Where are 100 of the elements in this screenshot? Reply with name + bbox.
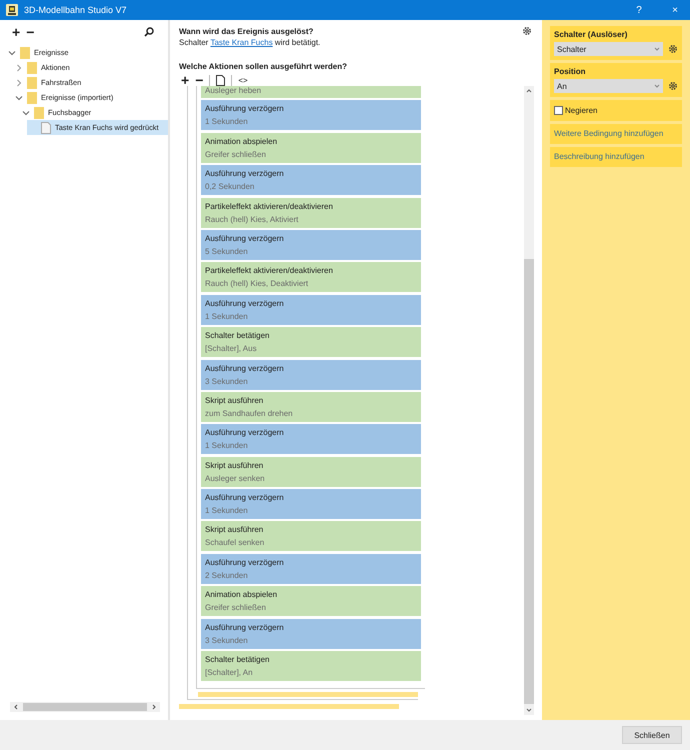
action-detail: 1 Sekunden — [205, 441, 249, 450]
action-detail: 5 Sekunden — [205, 246, 249, 256]
folder-icon — [34, 106, 44, 118]
chevron-down-icon[interactable] — [526, 707, 532, 713]
action-detail: Ausleger senken — [205, 474, 266, 483]
field-label: Position — [554, 67, 587, 76]
remove-button[interactable]: − — [195, 74, 204, 86]
delay-action-card[interactable]: Ausführung verzögern 3 Sekunden — [201, 618, 421, 649]
delay-action-card[interactable]: Ausführung verzögern 3 Sekunden — [201, 360, 421, 390]
remove-button[interactable]: − — [26, 26, 34, 38]
caret-icon — [654, 83, 660, 89]
delay-action-card[interactable]: Ausführung verzögern 1 Sekunden — [201, 424, 421, 454]
document-icon[interactable] — [216, 74, 226, 86]
chevron-down-icon[interactable] — [8, 48, 16, 56]
action-detail: 3 Sekunden — [205, 636, 249, 645]
action-title: Ausführung verzögern — [205, 493, 285, 502]
action-detail: Schaufel senken — [205, 538, 266, 548]
checkbox-label: Negieren — [565, 106, 598, 115]
action-detail: [Schalter], An — [205, 668, 254, 678]
folder-icon — [20, 46, 30, 58]
action-card[interactable]: Partikeleffekt aktivieren/deaktivieren Rauch (hell) Kies, Deaktiviert — [201, 262, 421, 292]
action-title: Schalter betätigen — [205, 655, 270, 664]
code-button[interactable]: <> — [238, 76, 248, 84]
action-card[interactable]: Schalter betätigen [Schalter], Aus — [201, 327, 421, 358]
window-title: 3D-Modellbahn Studio V7 — [24, 5, 127, 15]
position-dropdown[interactable]: An — [554, 79, 663, 93]
field-label: Schalter (Auslöser) — [554, 30, 628, 39]
action-card[interactable]: Ausleger heben — [201, 86, 421, 98]
action-title: Schalter betätigen — [205, 331, 270, 340]
close-button[interactable]: Schließen — [622, 726, 682, 744]
action-detail: zum Sandhaufen drehen — [205, 408, 294, 418]
action-detail: 3 Sekunden — [205, 376, 249, 386]
action-card[interactable]: Skript ausführen Schaufel senken — [201, 521, 421, 552]
delay-action-card[interactable]: Ausführung verzögern 2 Sekunden — [201, 554, 421, 584]
action-title: Partikeleffekt aktivieren/deaktivieren — [205, 266, 334, 276]
action-title: Ausführung verzögern — [205, 298, 285, 308]
action-title: Ausführung verzögern — [205, 622, 285, 632]
action-detail: 0,2 Sekunden — [205, 182, 256, 192]
action-title: Skript ausführen — [205, 396, 264, 405]
action-card[interactable]: Animation abspielen Greifer schließen — [201, 132, 421, 163]
trigger-sentence: Schalter Taste Kran Fuchs wird betätigt. — [179, 37, 320, 49]
action-title: Ausführung verzögern — [205, 428, 285, 438]
section-heading: Welche Aktionen sollen ausgeführt werden? — [179, 61, 348, 72]
delay-action-card[interactable]: Ausführung verzögern 1 Sekunden — [201, 489, 421, 520]
action-title: Partikeleffekt aktivieren/deaktivieren — [205, 202, 334, 211]
action-card[interactable]: Schalter betätigen [Schalter], An — [201, 651, 421, 682]
delay-action-card[interactable]: Ausführung verzögern 0,2 Sekunden — [201, 165, 421, 196]
chevron-right-icon[interactable] — [15, 64, 23, 72]
action-card[interactable]: Animation abspielen Greifer schließen — [201, 586, 421, 616]
chevron-down-icon[interactable] — [15, 94, 23, 102]
action-title: Ausführung verzögern — [205, 234, 285, 243]
settings-icon[interactable] — [668, 81, 678, 91]
action-title: Ausführung verzögern — [205, 364, 285, 373]
action-card[interactable]: Skript ausführen Ausleger senken — [201, 456, 421, 487]
action-title: Skript ausführen — [205, 460, 264, 470]
action-detail: Rauch (hell) Kies, Deaktiviert — [205, 279, 310, 288]
chevron-down-icon[interactable] — [22, 108, 30, 116]
add-button[interactable]: + — [12, 26, 20, 38]
switch-link[interactable]: Taste Kran Fuchs — [210, 38, 273, 47]
document-icon — [41, 122, 51, 134]
delay-action-card[interactable]: Ausführung verzögern 5 Sekunden — [201, 230, 421, 260]
search-icon[interactable] — [144, 27, 154, 37]
chevron-right-icon[interactable] — [151, 704, 157, 710]
action-detail: [Schalter], Aus — [205, 344, 258, 354]
action-card[interactable]: Skript ausführen zum Sandhaufen drehen — [201, 392, 421, 422]
action-detail: Greifer schließen — [205, 150, 267, 159]
vertical-scrollbar[interactable] — [524, 86, 534, 715]
checkbox[interactable] — [554, 106, 563, 115]
delay-action-card[interactable]: Ausführung verzögern 1 Sekunden — [201, 100, 421, 130]
action-title: Ausführung verzögern — [205, 104, 285, 114]
switch-dropdown[interactable]: Schalter — [554, 42, 663, 56]
delay-action-card[interactable]: Ausführung verzögern 1 Sekunden — [201, 294, 421, 325]
action-detail: Greifer schließen — [205, 603, 267, 612]
horizontal-scrollbar[interactable] — [10, 702, 160, 712]
action-detail: Ausleger heben — [205, 86, 262, 95]
folder-icon — [27, 92, 37, 104]
action-detail: 1 Sekunden — [205, 312, 249, 321]
app-icon — [6, 4, 18, 16]
action-detail: Rauch (hell) Kies, Aktiviert — [205, 214, 300, 224]
caret-icon — [654, 46, 660, 52]
folder-icon — [27, 62, 37, 74]
chevron-up-icon[interactable] — [526, 88, 532, 94]
action-detail: 2 Sekunden — [205, 570, 249, 580]
action-title: Skript ausführen — [205, 525, 264, 534]
action-card[interactable]: Partikeleffekt aktivieren/deaktivieren Rauch (hell) Kies, Aktiviert — [201, 198, 421, 228]
help-button[interactable]: ? — [624, 0, 654, 20]
action-detail: 1 Sekunden — [205, 117, 249, 126]
chevron-right-icon[interactable] — [15, 78, 23, 86]
section-heading: Wann wird das Ereignis ausgelöst? — [179, 26, 314, 37]
action-title: Animation abspielen — [205, 136, 278, 146]
action-title: Ausführung verzögern — [205, 169, 285, 178]
action-title: Animation abspielen — [205, 590, 278, 600]
settings-icon[interactable] — [522, 26, 532, 36]
settings-icon[interactable] — [668, 44, 678, 54]
action-title: Ausführung verzögern — [205, 558, 285, 567]
add-button[interactable]: + — [181, 74, 190, 86]
action-detail: 1 Sekunden — [205, 506, 249, 516]
close-button[interactable]: × — [660, 0, 690, 20]
chevron-left-icon[interactable] — [13, 704, 19, 710]
folder-icon — [27, 76, 37, 88]
